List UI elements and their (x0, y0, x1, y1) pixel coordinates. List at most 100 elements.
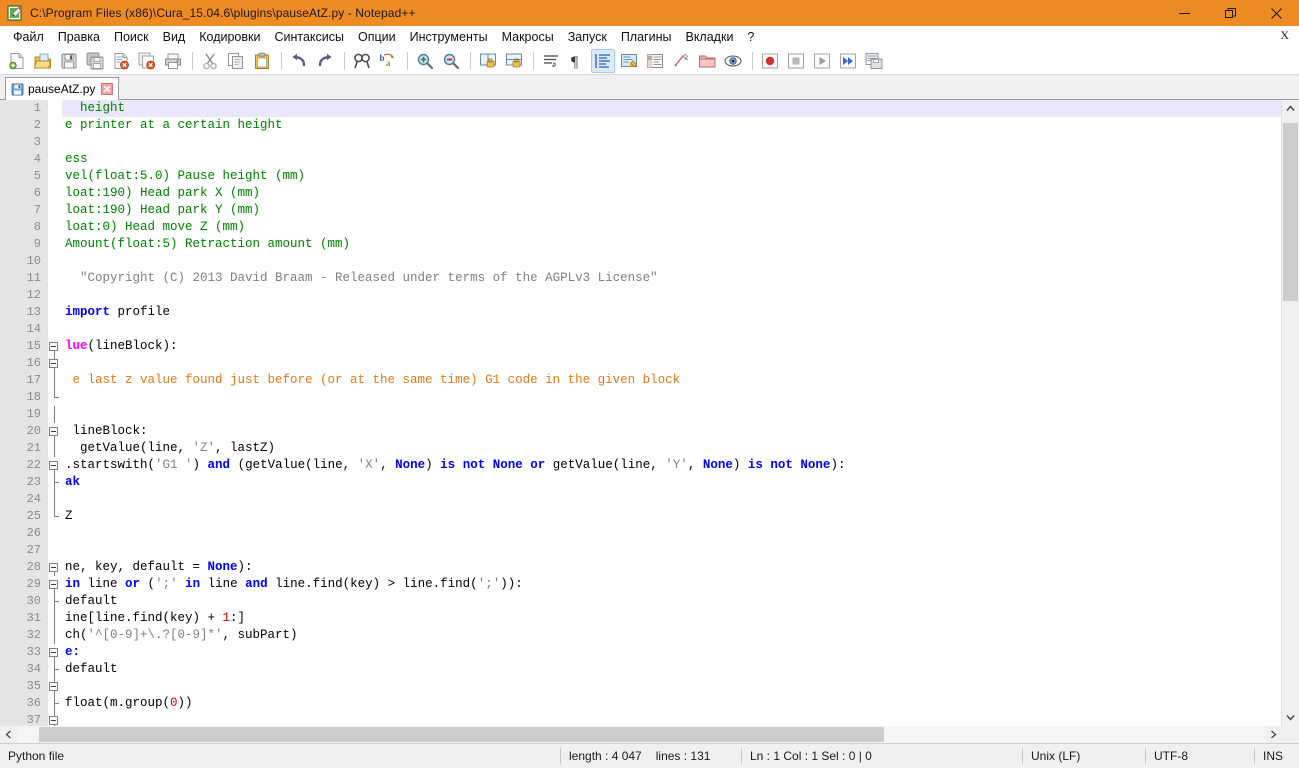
fold-margin[interactable] (48, 457, 62, 474)
code-line[interactable]: 19 (0, 406, 1281, 423)
fold-margin[interactable] (48, 423, 62, 440)
play-macro-icon[interactable] (810, 49, 834, 73)
fold-margin[interactable] (48, 253, 62, 270)
function-list-icon[interactable] (669, 49, 693, 73)
find-icon[interactable] (350, 49, 374, 73)
fold-margin[interactable] (48, 100, 62, 117)
fold-margin[interactable] (48, 355, 62, 372)
tab-pauseatz-py[interactable]: pauseAtZ.py (5, 77, 120, 100)
monitoring-icon[interactable] (721, 49, 745, 73)
user-defined-language-icon[interactable] (617, 49, 641, 73)
code-line[interactable]: 7 loat:190) Head park Y (mm) (0, 202, 1281, 219)
code-line[interactable]: 33 e: (0, 644, 1281, 661)
code-line[interactable]: 27 (0, 542, 1281, 559)
fold-margin[interactable] (48, 542, 62, 559)
fold-margin[interactable] (48, 287, 62, 304)
code-line[interactable]: 18 (0, 389, 1281, 406)
code-line[interactable]: 36 float(m.group(0)) (0, 695, 1281, 712)
code-line[interactable]: 14 (0, 321, 1281, 338)
code-line[interactable]: 34 default (0, 661, 1281, 678)
fold-margin[interactable] (48, 168, 62, 185)
code-line[interactable]: 20 lineBlock: (0, 423, 1281, 440)
menu-settings[interactable]: Опции (351, 28, 403, 47)
status-insert-mode[interactable]: INS (1255, 744, 1299, 768)
open-file-icon[interactable] (31, 49, 55, 73)
menu-edit[interactable]: Правка (51, 28, 107, 47)
horizontal-scroll-thumb[interactable] (39, 727, 884, 742)
play-macro-multiple-icon[interactable] (836, 49, 860, 73)
undo-icon[interactable] (287, 49, 311, 73)
vertical-scroll-thumb[interactable] (1283, 122, 1298, 301)
tab-close-icon[interactable] (101, 83, 114, 95)
code-line[interactable]: 6 loat:190) Head park X (mm) (0, 185, 1281, 202)
code-line[interactable]: 11 "Copyright (C) 2013 David Braam - Rel… (0, 270, 1281, 287)
fold-margin[interactable] (48, 559, 62, 576)
menu-plugins[interactable]: Плагины (614, 28, 679, 47)
fold-margin[interactable] (48, 406, 62, 423)
close-file-icon[interactable] (109, 49, 133, 73)
code-line[interactable]: 9 Amount(float:5) Retraction amount (mm) (0, 236, 1281, 253)
code-line[interactable]: 3 (0, 134, 1281, 151)
menu-tools[interactable]: Инструменты (403, 28, 495, 47)
close-document-button[interactable]: X (1280, 28, 1289, 43)
code-line[interactable]: 23 ak (0, 474, 1281, 491)
menu-view[interactable]: Вид (156, 28, 193, 47)
code-line[interactable]: 16 (0, 355, 1281, 372)
menu-macro[interactable]: Макросы (495, 28, 561, 47)
code-line[interactable]: 15 lue(lineBlock): (0, 338, 1281, 355)
show-all-characters-icon[interactable]: ¶ (565, 49, 589, 73)
code-line[interactable]: 29 in line or (';' in line and line.find(… (0, 576, 1281, 593)
scroll-right-arrow[interactable] (1265, 726, 1282, 743)
fold-margin[interactable] (48, 185, 62, 202)
fold-margin[interactable] (48, 134, 62, 151)
menu-language[interactable]: Синтаксисы (267, 28, 351, 47)
fold-margin[interactable] (48, 678, 62, 695)
horizontal-scroll-track[interactable] (17, 726, 1265, 743)
print-icon[interactable] (161, 49, 185, 73)
menu-help[interactable]: ? (740, 28, 761, 47)
close-all-files-icon[interactable] (135, 49, 159, 73)
code-line[interactable]: 17 e last z value found just before (or … (0, 372, 1281, 389)
status-eol[interactable]: Unix (LF) (1023, 744, 1145, 768)
fold-margin[interactable] (48, 389, 62, 406)
code-line[interactable]: 31 ine[line.find(key) + 1:] (0, 610, 1281, 627)
fold-margin[interactable] (48, 372, 62, 389)
fold-margin[interactable] (48, 712, 62, 726)
fold-margin[interactable] (48, 304, 62, 321)
code-line[interactable]: 24 (0, 491, 1281, 508)
menu-encoding[interactable]: Кодировки (192, 28, 267, 47)
redo-icon[interactable] (313, 49, 337, 73)
replace-icon[interactable]: b a (376, 49, 400, 73)
sync-horizontal-scroll-icon[interactable] (502, 49, 526, 73)
fold-margin[interactable] (48, 219, 62, 236)
menu-run[interactable]: Запуск (561, 28, 614, 47)
scroll-down-arrow[interactable] (1282, 709, 1299, 726)
minimize-button[interactable] (1161, 0, 1207, 26)
status-encoding[interactable]: UTF-8 (1146, 744, 1254, 768)
zoom-in-icon[interactable] (413, 49, 437, 73)
code-line[interactable]: 8 loat:0) Head move Z (mm) (0, 219, 1281, 236)
close-button[interactable] (1253, 0, 1299, 26)
code-line[interactable]: 5 vel(float:5.0) Pause height (mm) (0, 168, 1281, 185)
code-line[interactable]: 25 Z (0, 508, 1281, 525)
copy-icon[interactable] (224, 49, 248, 73)
fold-margin[interactable] (48, 474, 62, 491)
code-line[interactable]: 37 (0, 712, 1281, 726)
indent-guide-icon[interactable] (591, 49, 615, 73)
code-line[interactable]: 26 (0, 525, 1281, 542)
code-line[interactable]: 22 .startswith('G1 ') and (getValue(line,… (0, 457, 1281, 474)
record-macro-icon[interactable] (758, 49, 782, 73)
fold-margin[interactable] (48, 644, 62, 661)
code-line[interactable]: 2 e printer at a certain height (0, 117, 1281, 134)
document-map-icon[interactable] (643, 49, 667, 73)
fold-margin[interactable] (48, 661, 62, 678)
code-line[interactable]: 1 height (0, 100, 1281, 117)
fold-margin[interactable] (48, 610, 62, 627)
restore-button[interactable] (1207, 0, 1253, 26)
horizontal-scrollbar[interactable] (0, 726, 1299, 743)
fold-margin[interactable] (48, 695, 62, 712)
code-editor[interactable]: 1 height 2 e printer at a certain height 3 … (0, 100, 1281, 726)
folder-as-workspace-icon[interactable] (695, 49, 719, 73)
code-line[interactable]: 35 (0, 678, 1281, 695)
fold-margin[interactable] (48, 627, 62, 644)
